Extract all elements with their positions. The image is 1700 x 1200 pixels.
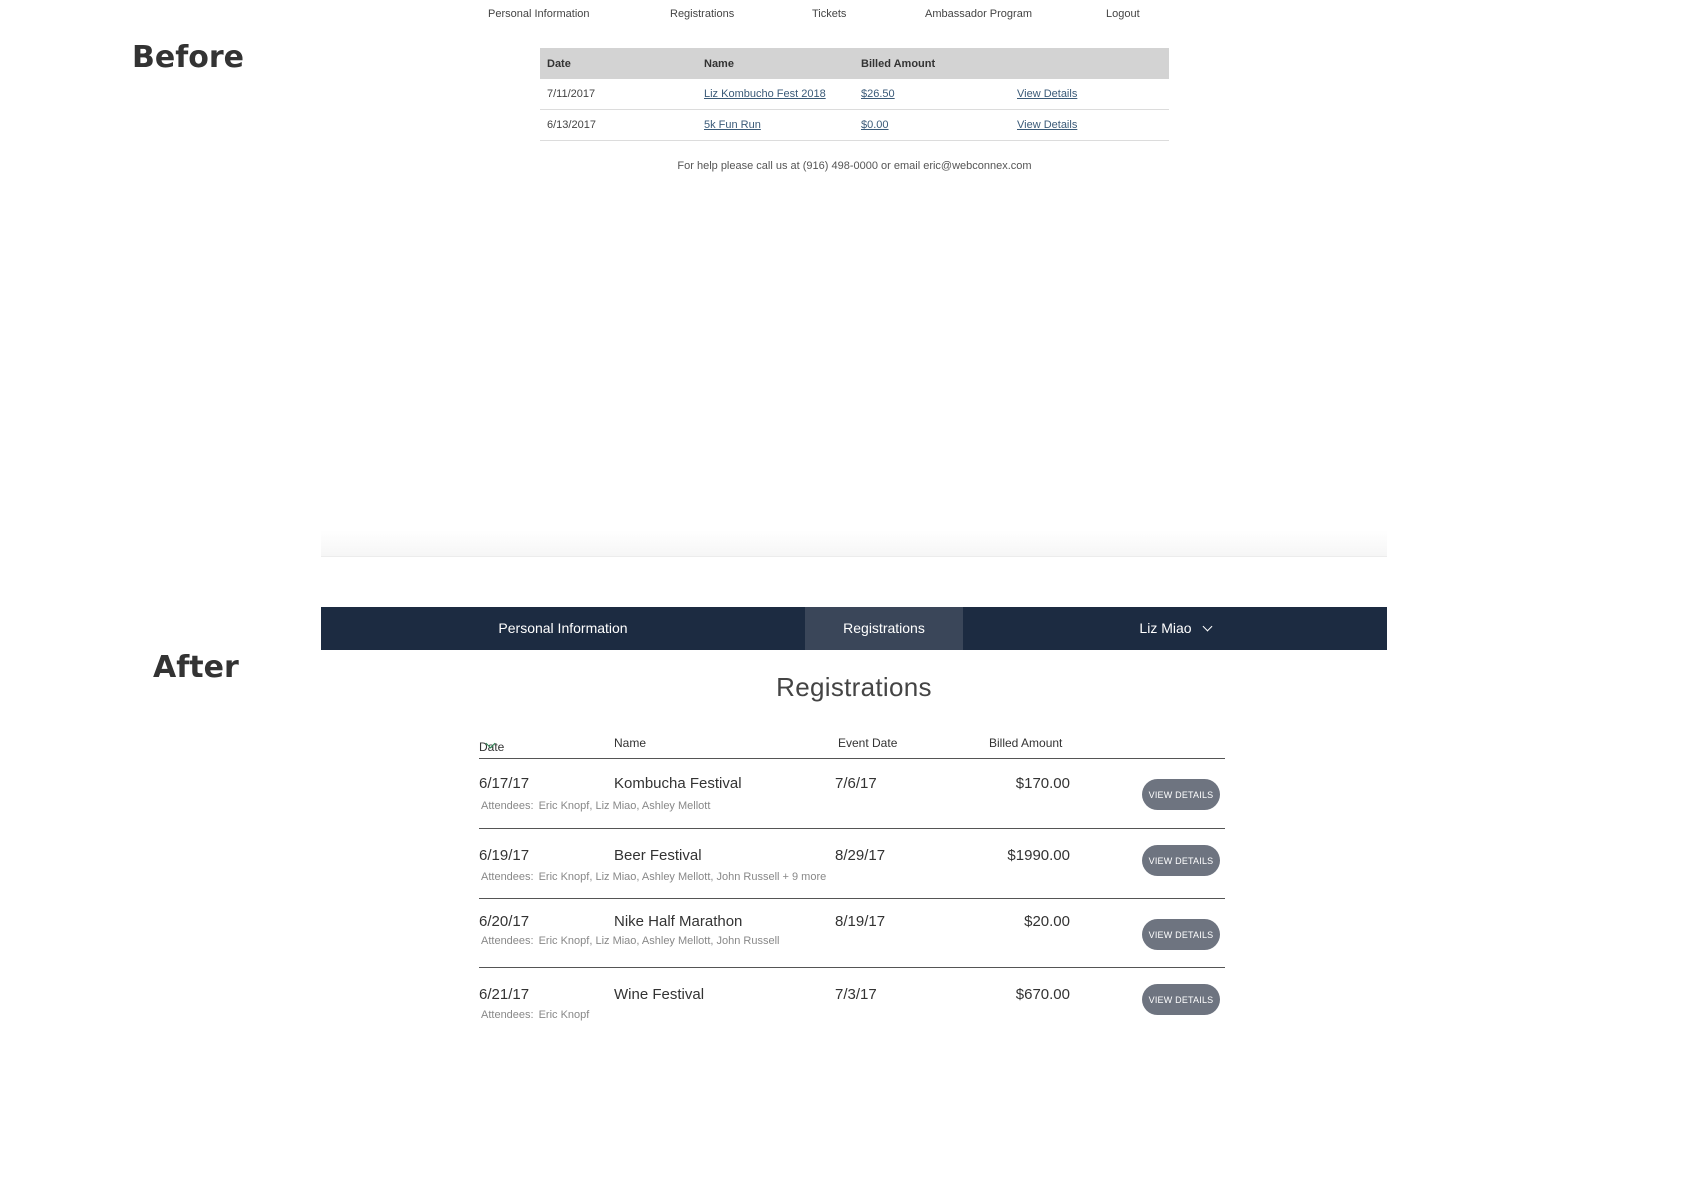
before-nav-ambassador-program[interactable]: Ambassador Program [925, 8, 1032, 20]
row-attendees: Attendees: Eric Knopf, Liz Miao, Ashley M… [481, 935, 779, 947]
user-menu-dropdown[interactable]: Liz Miao [963, 607, 1387, 650]
before-nav-tickets[interactable]: Tickets [812, 8, 846, 20]
row-event-date: 8/29/17 [835, 847, 886, 864]
attendees-list: Eric Knopf, Liz Miao, Ashley Mellott [538, 800, 711, 812]
row-billed-amount: $170.00 [1015, 775, 1070, 792]
table-row: 6/13/2017 5k Fun Run $0.00 View Details [540, 110, 1169, 141]
row-attendees: Attendees: Eric Knopf, Liz Miao, Ashley M… [481, 871, 826, 883]
row-event-date: 8/19/17 [835, 913, 886, 930]
header-billed-amount: Billed Amount [989, 736, 1063, 750]
before-nav-registrations[interactable]: Registrations [670, 8, 734, 20]
before-nav-logout[interactable]: Logout [1106, 8, 1140, 20]
view-details-button[interactable]: VIEW DETAILS [1142, 779, 1220, 810]
row-event-date: 7/6/17 [835, 775, 877, 792]
table-row: 6/21/17 Wine Festival 7/3/17 $670.00 Att… [479, 968, 1225, 1037]
table-row: 7/11/2017 Liz Kombucho Fest 2018 $26.50 … [540, 79, 1169, 110]
row-billed-amount: $20.00 [1024, 913, 1070, 930]
header-name: Name [614, 736, 647, 750]
user-name: Liz Miao [1139, 620, 1192, 636]
row-name: Wine Festival [614, 986, 705, 1003]
before-row-amount-link[interactable]: $26.50 [861, 88, 895, 100]
before-row-amount-link[interactable]: $0.00 [861, 119, 889, 131]
page-title: Registrations [776, 672, 932, 702]
before-label: Before [132, 40, 245, 75]
before-row-date: 7/11/2017 [547, 88, 596, 100]
attendees-list: Eric Knopf [538, 1009, 590, 1021]
row-name: Nike Half Marathon [614, 913, 743, 930]
row-billed-amount: $670.00 [1015, 986, 1070, 1003]
row-attendees: Attendees: Eric Knopf, Liz Miao, Ashley M… [481, 800, 710, 812]
row-name: Kombucha Festival [614, 775, 742, 792]
attendees-list: Eric Knopf, Liz Miao, Ashley Mellott, Jo… [538, 935, 780, 947]
before-row-name-link[interactable]: Liz Kombucho Fest 2018 [704, 88, 826, 100]
after-table-header: Date Name Event Date Billed Amount [479, 732, 1225, 759]
before-view-details-link[interactable]: View Details [1017, 88, 1077, 100]
row-date: 6/21/17 [479, 986, 530, 1003]
before-registrations-table: Date Name Billed Amount 7/11/2017 Liz Ko… [540, 48, 1169, 141]
row-event-date: 7/3/17 [835, 986, 877, 1003]
after-registrations-table: Date Name Event Date Billed Amount 6/17/… [479, 732, 1225, 1037]
row-date: 6/17/17 [479, 775, 530, 792]
nav-tab-label: Personal Information [498, 620, 628, 636]
before-nav-bar: Personal Information Registrations Ticke… [470, 6, 1150, 24]
before-table-header: Date Name Billed Amount [540, 48, 1169, 79]
chevron-down-icon [1202, 621, 1213, 632]
row-name: Beer Festival [614, 847, 702, 864]
attendees-list: Eric Knopf, Liz Miao, Ashley Mellott, Jo… [538, 871, 827, 883]
before-header-billed-amount: Billed Amount [861, 58, 936, 70]
header-event-date: Event Date [838, 736, 898, 750]
attendees-label: Attendees: [481, 1009, 534, 1021]
before-header-date: Date [547, 58, 571, 70]
attendees-label: Attendees: [481, 871, 534, 883]
before-help-text: For help please call us at (916) 498-000… [677, 160, 1032, 172]
row-attendees: Attendees: Eric Knopf [481, 1009, 589, 1021]
before-nav-personal-information[interactable]: Personal Information [488, 8, 590, 20]
before-row-name-link[interactable]: 5k Fun Run [704, 119, 761, 131]
row-date: 6/19/17 [479, 847, 530, 864]
row-date: 6/20/17 [479, 913, 530, 930]
after-nav-bar: Personal Information Registrations Liz M… [321, 607, 1387, 650]
after-label: After [153, 650, 239, 685]
row-billed-amount: $1990.00 [1007, 847, 1070, 864]
view-details-button[interactable]: VIEW DETAILS [1142, 845, 1220, 876]
table-row: 6/17/17 Kombucha Festival 7/6/17 $170.00… [479, 759, 1225, 829]
before-header-name: Name [704, 58, 734, 70]
nav-tab-registrations[interactable]: Registrations [805, 607, 963, 650]
attendees-label: Attendees: [481, 800, 534, 812]
before-page-bottom-edge [321, 530, 1387, 557]
attendees-label: Attendees: [481, 935, 534, 947]
nav-tab-personal-information[interactable]: Personal Information [321, 607, 805, 650]
view-details-button[interactable]: VIEW DETAILS [1142, 919, 1220, 950]
table-row: 6/20/17 Nike Half Marathon 8/19/17 $20.0… [479, 899, 1225, 968]
view-details-button[interactable]: VIEW DETAILS [1142, 984, 1220, 1015]
before-view-details-link[interactable]: View Details [1017, 119, 1077, 131]
before-row-date: 6/13/2017 [547, 119, 596, 131]
table-row: 6/19/17 Beer Festival 8/29/17 $1990.00 A… [479, 829, 1225, 899]
nav-tab-label: Registrations [843, 620, 925, 636]
